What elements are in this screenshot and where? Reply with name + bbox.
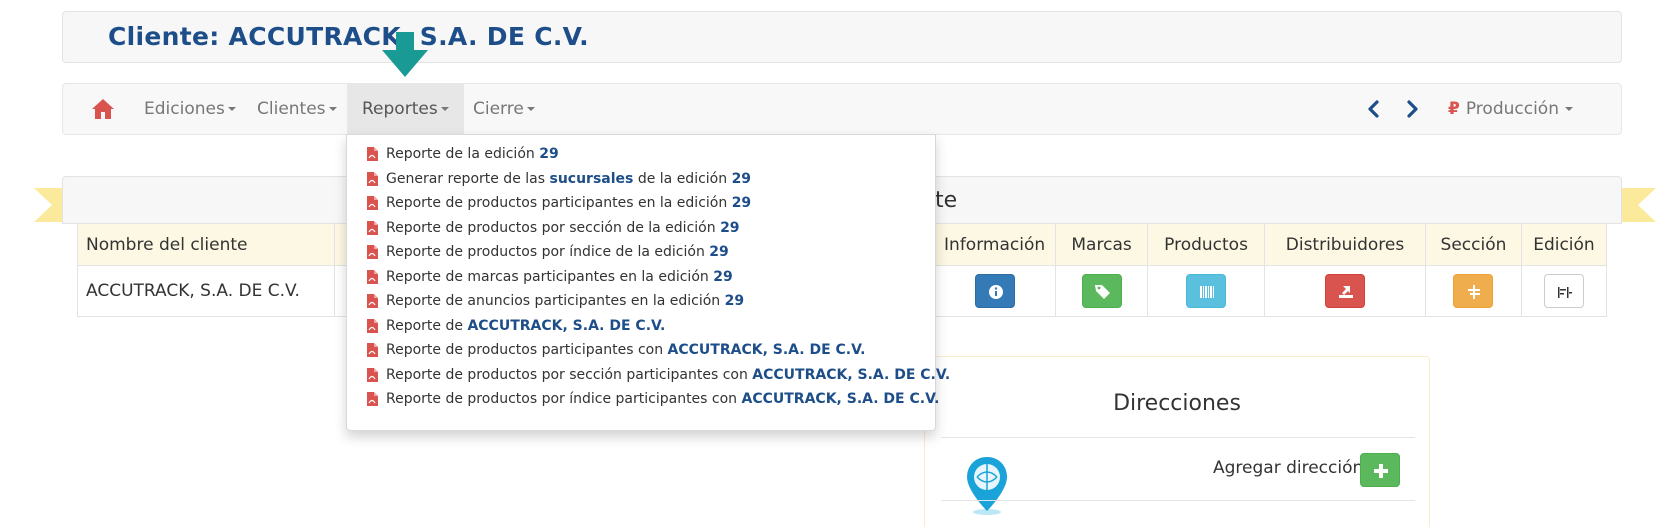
direcciones-title: Direcciones bbox=[1113, 391, 1241, 416]
report-menu-item[interactable]: Reporte de la edición 29 bbox=[347, 142, 935, 166]
direcciones-panel: Direcciones Agregar dirección bbox=[924, 356, 1430, 527]
ribbon-left-tail bbox=[34, 188, 52, 222]
report-text: Reporte de anuncios participantes en la … bbox=[386, 293, 725, 309]
pdf-file-icon bbox=[367, 147, 378, 161]
report-menu-item[interactable]: Generar reporte de las sucursales de la … bbox=[347, 167, 935, 191]
info-button[interactable] bbox=[974, 274, 1015, 308]
col-productos: Productos bbox=[1147, 223, 1266, 266]
report-menu-item[interactable]: Reporte de productos por índice particip… bbox=[347, 387, 939, 411]
report-highlight: ACCUTRACK, S.A. DE C.V. bbox=[741, 391, 940, 407]
ruble-icon: ₽ bbox=[1448, 99, 1460, 119]
report-highlight: ACCUTRACK, S.A. DE C.V. bbox=[667, 342, 866, 358]
distribuidores-button[interactable] bbox=[1324, 274, 1365, 308]
pdf-file-icon bbox=[367, 343, 378, 357]
report-menu-item[interactable]: Reporte de marcas participantes en la ed… bbox=[347, 265, 935, 289]
nav-ediciones[interactable]: Ediciones bbox=[129, 84, 251, 134]
client-name-cell: ACCUTRACK, S.A. DE C.V. bbox=[77, 265, 335, 317]
client-title-panel: Cliente: ACCUTRACK, S.A. DE C.V. bbox=[62, 11, 1622, 63]
add-address-button[interactable] bbox=[1360, 453, 1400, 487]
chevron-right-icon[interactable] bbox=[1402, 99, 1422, 119]
marcas-button[interactable] bbox=[1081, 274, 1122, 308]
col-seccion: Sección bbox=[1424, 223, 1522, 266]
caret-down-icon bbox=[1564, 107, 1573, 111]
map-pin-icon bbox=[967, 457, 1007, 515]
report-menu-item[interactable]: Reporte de productos participantes en la… bbox=[347, 191, 935, 215]
report-text: Reporte de productos por índice particip… bbox=[386, 391, 742, 407]
info-icon bbox=[988, 285, 1003, 299]
caret-down-icon bbox=[440, 107, 449, 111]
barcode-icon bbox=[1200, 286, 1215, 298]
pdf-file-icon bbox=[367, 318, 378, 333]
plus-icon bbox=[1374, 464, 1388, 478]
productos-button[interactable] bbox=[1186, 274, 1227, 308]
pdf-file-icon bbox=[367, 245, 378, 259]
report-highlight: sucursales bbox=[549, 170, 634, 187]
report-text: Reporte de productos por índice de la ed… bbox=[386, 244, 710, 260]
report-highlight: ACCUTRACK, S.A. DE C.V. bbox=[467, 317, 666, 334]
report-text: Reporte de productos participantes en la… bbox=[386, 195, 732, 211]
page-title: Cliente: ACCUTRACK, S.A. DE C.V. bbox=[108, 22, 589, 51]
nav-cierre[interactable]: Cierre bbox=[458, 84, 550, 134]
ribbon-right-tail bbox=[1638, 188, 1656, 222]
report-text: Reporte de productos por sección de la e… bbox=[386, 219, 721, 236]
report-highlight: 29 bbox=[724, 293, 745, 309]
divider bbox=[941, 500, 1415, 501]
col-informacion: Información bbox=[933, 223, 1057, 266]
divider bbox=[941, 437, 1415, 438]
caret-down-icon bbox=[227, 107, 236, 111]
report-text: de la edición bbox=[633, 170, 732, 187]
report-text: Generar reporte de las bbox=[386, 170, 550, 187]
arrow-down-icon bbox=[382, 32, 428, 77]
report-highlight: 29 bbox=[539, 146, 559, 162]
pdf-file-icon bbox=[367, 196, 378, 210]
report-menu-item[interactable]: Reporte de productos por sección partici… bbox=[347, 363, 950, 387]
pdf-file-icon bbox=[367, 220, 378, 235]
tags-icon bbox=[1094, 285, 1110, 299]
pdf-file-icon bbox=[367, 367, 378, 382]
report-menu-item[interactable]: Reporte de anuncios participantes en la … bbox=[347, 289, 935, 313]
report-text: Reporte de bbox=[386, 317, 468, 334]
report-menu-item[interactable]: Reporte de productos por índice de la ed… bbox=[347, 240, 935, 264]
col-nombre: Nombre del cliente bbox=[77, 223, 335, 266]
export-icon bbox=[1338, 286, 1353, 298]
report-text: Reporte de marcas participantes en la ed… bbox=[386, 268, 714, 285]
main-navbar: Ediciones Clientes Reportes Cierre ₽ Prod… bbox=[62, 83, 1622, 135]
home-icon[interactable] bbox=[91, 98, 115, 120]
report-highlight: 29 bbox=[709, 244, 729, 260]
pdf-file-icon bbox=[367, 392, 378, 406]
align-icon bbox=[1557, 287, 1572, 298]
report-highlight: 29 bbox=[713, 268, 733, 285]
report-menu-item[interactable]: Reporte de ACCUTRACK, S.A. DE C.V. bbox=[347, 314, 935, 338]
reportes-dropdown-menu: Reporte de la edición 29 Generar reporte … bbox=[346, 134, 950, 431]
caret-down-icon bbox=[526, 107, 535, 111]
pdf-file-icon bbox=[367, 171, 378, 186]
edicion-button[interactable] bbox=[1543, 274, 1584, 308]
ribbon-right-body bbox=[1622, 188, 1638, 222]
pdf-file-icon bbox=[367, 269, 378, 284]
col-marcas: Marcas bbox=[1055, 223, 1149, 266]
report-highlight: 29 bbox=[731, 195, 752, 211]
col-distribuidores: Distribuidores bbox=[1264, 223, 1426, 266]
environment-dropdown[interactable]: ₽ Producción bbox=[1448, 84, 1573, 134]
section-icon bbox=[1468, 285, 1481, 299]
environment-label: Producción bbox=[1465, 99, 1559, 119]
report-highlight: 29 bbox=[731, 170, 752, 187]
col-edicion: Edición bbox=[1520, 223, 1608, 266]
report-highlight: ACCUTRACK, S.A. DE C.V. bbox=[752, 366, 951, 383]
chevron-left-icon[interactable] bbox=[1364, 99, 1384, 119]
nav-reportes[interactable]: Reportes bbox=[347, 84, 464, 134]
report-text: Reporte de la edición bbox=[386, 146, 540, 162]
report-highlight: 29 bbox=[720, 219, 740, 236]
add-address-label: Agregar dirección bbox=[1213, 458, 1364, 478]
report-text: Reporte de productos por sección partici… bbox=[386, 366, 753, 383]
pdf-file-icon bbox=[367, 294, 378, 308]
nav-clientes[interactable]: Clientes bbox=[242, 84, 352, 134]
report-menu-item[interactable]: Reporte de productos participantes con A… bbox=[347, 338, 935, 362]
report-text: Reporte de productos participantes con bbox=[386, 342, 668, 358]
caret-down-icon bbox=[328, 107, 337, 111]
seccion-button[interactable] bbox=[1453, 274, 1494, 308]
report-menu-item[interactable]: Reporte de productos por sección de la e… bbox=[347, 216, 935, 240]
